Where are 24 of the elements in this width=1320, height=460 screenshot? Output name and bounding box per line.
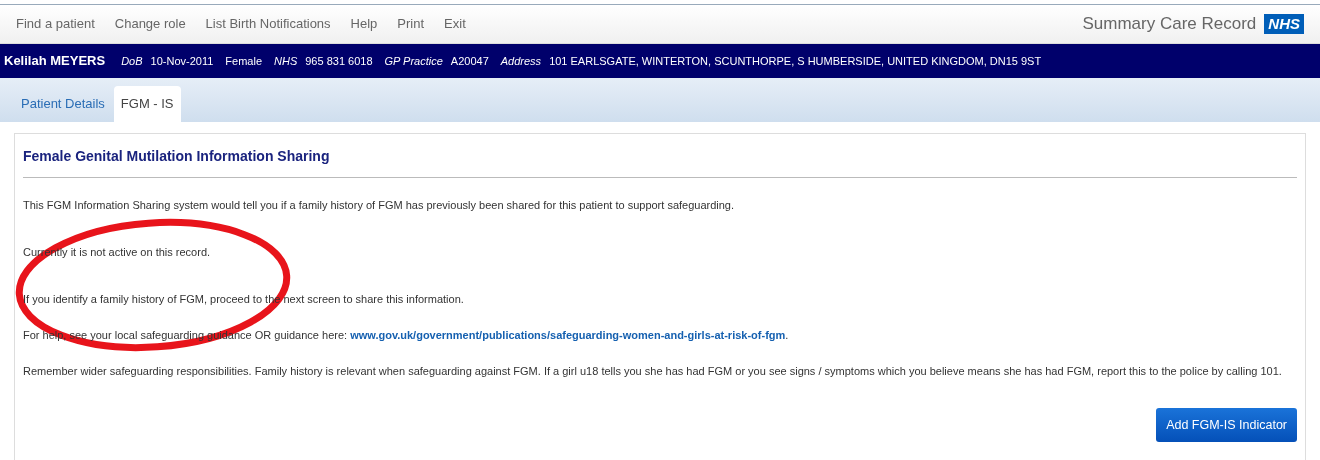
nav-link[interactable]: List Birth Notifications [205,14,331,34]
field-value: 101 EARLSGATE, WINTERTON, SCUNTHORPE, S HUMBERSIDE, UNITED KINGDOM, DN15 9ST [549,53,1042,69]
field-label: Address [500,53,542,69]
nav-link[interactable]: Change role [114,14,186,34]
field-value: A20047 [450,53,489,69]
paragraph: Remember wider safeguarding responsibilities. Family history is relevant when safeguarding against FGM. If a girl u18 tells you she has had FGM or you see signs / symptoms which you believe means she has had FGM, report this to the police by calling 101. [23,364,1282,378]
tab[interactable]: Patient Details [14,86,112,122]
field-label: NHS [274,53,298,69]
field-value: Female [225,53,262,69]
field-value: 965 831 6018 [305,53,373,69]
patient-name: Kelilah MEYERS [4,52,106,71]
nav-link[interactable]: Help [350,14,378,34]
panel-title: Female Genital Mutilation Information Sharing [23,146,1297,178]
field-label: DoB [121,53,143,69]
field-label: GP Practice [384,53,443,69]
tab[interactable]: FGM - IS [113,86,181,122]
nav-link[interactable]: Exit [444,14,466,34]
nav-link[interactable]: Print [397,14,425,34]
nav-link[interactable]: Find a patient [16,14,95,34]
nhs-logo: NHS [1264,14,1304,34]
field-value: 10-Nov-2011 [150,53,214,69]
paragraph: This FGM Information Sharing system would tell you if a family history of FGM has previously been shared for this patient to support safeguarding. [23,198,735,212]
add-indicator-button[interactable]: Add FGM-IS Indicator [1156,408,1297,442]
app-title: Summary Care Record [1082,13,1257,36]
